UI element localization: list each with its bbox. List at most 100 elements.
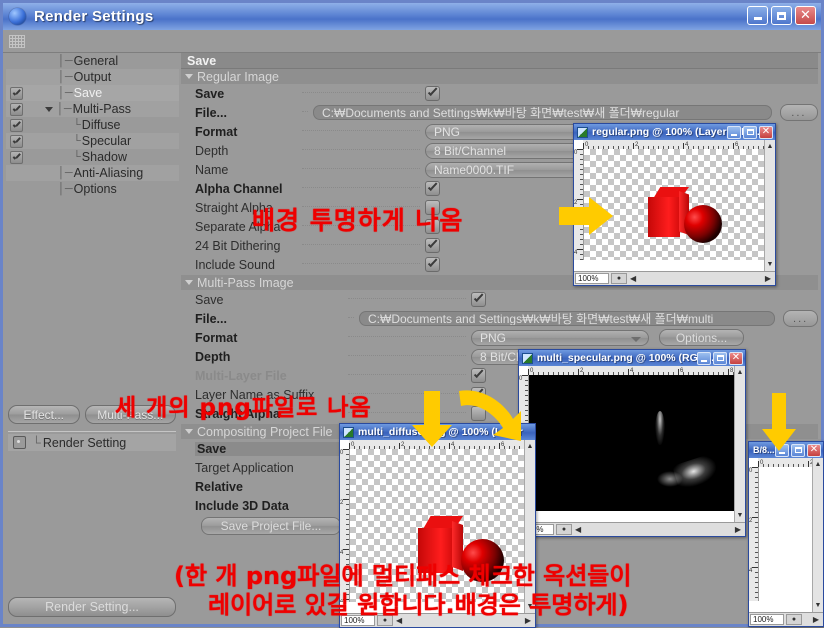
tree-checkbox[interactable] [10,86,23,100]
setting-label: Name [195,162,229,177]
tree-checkbox[interactable] [10,150,23,164]
drag-gripper-icon[interactable] [9,35,25,48]
sidebar-item-label: Diffuse [81,118,121,132]
ps-doc-size-icon: ● [786,614,802,625]
sidebar-item-output[interactable]: │─ Output [6,69,179,85]
ps-maximize-button[interactable] [713,351,727,365]
sphere-icon [9,8,26,25]
ps-titlebar-regular[interactable]: regular.png @ 100% (Layer 0, RG... ✕ [574,124,775,140]
render-setting-bottom-button[interactable]: Render Setting... [8,597,176,617]
setting-label: 24 Bit Dithering [195,238,281,253]
ps-zoom-level-regular[interactable]: 100% [575,273,609,284]
setting-label: Target Application [195,460,294,475]
ps-vscrollbar-fourth[interactable]: ▲ ▼ [812,458,823,612]
multi-layer-file-checkbox[interactable] [471,368,486,383]
sidebar-item-multi-pass[interactable]: │─ Multi-Pass [6,101,179,117]
photoshop-window-fourth[interactable]: B/8... ✕ 02468 02468 ▲ ▼ 100% ● ▶ [748,441,824,627]
sidebar-item-label: Multi-Pass [72,102,132,116]
include-sound-checkbox[interactable] [425,257,440,272]
file-field[interactable]: C:₩Documents and Settings₩k₩바탕 화면₩test₩새… [359,311,776,326]
photoshop-window-specular[interactable]: multi_specular.png @ 100% (RGB... ✕ 0246… [518,349,746,537]
tree-connector: │─ [58,167,73,179]
group-regular-image[interactable]: Regular Image [181,69,818,84]
close-icon[interactable]: ✕ [795,6,816,25]
setting-label: File... [195,311,227,326]
sidebar-item-label: Output [73,70,112,84]
save-project-file-button[interactable]: Save Project File... [201,517,341,535]
group-compositing-label: Compositing Project File [197,424,333,439]
format-dropdown[interactable]: PNG [471,329,649,346]
sidebar-item-save[interactable]: │─ Save [6,85,179,101]
effect-button[interactable]: Effect... [8,405,80,424]
alpha-channel-checkbox[interactable] [425,181,440,196]
sidebar-item-label: Save [73,86,103,100]
setting-label: Multi-Layer File [195,368,287,383]
ps-status-arrow-icon[interactable]: ◀ [630,274,636,283]
setting-label: Include Sound [195,257,275,272]
maximize-button[interactable] [771,6,792,25]
panel-divider [8,431,176,432]
label-leader-dots [302,262,420,264]
24-bit-dithering-checkbox[interactable] [425,238,440,253]
tree-checkbox[interactable] [10,134,23,148]
sidebar-item-diffuse[interactable]: └ Diffuse [6,117,179,133]
ps-statusbar-fourth: 100% ● ▶ [749,612,823,626]
ps-canvas-specular[interactable] [529,375,734,511]
ps-status-arrow-icon[interactable]: ◀ [575,525,581,534]
ps-vscrollbar-specular[interactable]: ▲ ▼ [734,366,745,522]
ps-minimize-button[interactable] [727,125,741,139]
ps-canvas-fourth[interactable] [759,467,812,601]
ps-doc-size-icon: ● [611,273,627,284]
group-regular-image-label: Regular Image [197,69,279,84]
chevron-down-icon[interactable] [45,106,53,112]
save-checkbox[interactable] [471,292,486,307]
file-browse-button[interactable]: ... [783,310,818,327]
setting-label: Save [195,441,347,456]
chevron-down-icon [631,336,641,342]
name-value: Name0000.TIF [434,162,515,177]
ps-statusbar-regular: 100% ● ◀ ▶ [574,271,775,285]
ps-doc-size-icon: ● [556,524,572,535]
label-leader-dots [302,243,420,245]
minimize-button[interactable] [747,6,768,25]
file-field[interactable]: C:₩Documents and Settings₩k₩바탕 화면₩test₩새… [313,105,772,120]
render-setting-icon [13,436,26,449]
ps-maximize-button[interactable] [743,125,757,139]
sidebar-item-specular[interactable]: └ Specular [6,133,179,149]
ps-ruler-vertical: 02468 [749,467,759,601]
ps-minimize-button[interactable] [697,351,711,365]
ps-close-icon[interactable]: ✕ [759,125,773,139]
ps-status-arrow-right-icon[interactable]: ▶ [765,274,771,283]
chevron-down-icon [185,74,193,79]
tree-connector: └ [73,119,81,131]
setting-label: Depth [195,143,229,158]
ps-zoom-level-fourth[interactable]: 100% [750,614,784,625]
label-leader-dots [302,129,420,131]
sidebar-item-options[interactable]: │─ Options [6,181,179,197]
sidebar-item-shadow[interactable]: └ Shadow [6,149,179,165]
ps-vscrollbar-regular[interactable]: ▲ ▼ [764,140,775,271]
left-tree-panel: │─ General │─ Output │─ Save │─ Multi-Pass └ Diff… [6,53,179,621]
arrow-down-right-icon [459,390,521,441]
tree-connector: │─ [58,87,73,99]
save-checkbox[interactable] [425,86,440,101]
object-row-render-setting[interactable]: └ Render Setting [8,434,176,451]
setting-row-format: Format PNG Options... [181,328,818,347]
sidebar-item-label: Shadow [81,150,127,164]
tree-checkbox[interactable] [10,102,23,116]
ps-status-arrow-right-icon[interactable]: ▶ [735,525,741,534]
sidebar-item-anti-aliasing[interactable]: │─ Anti-Aliasing [6,165,179,181]
ps-status-arrow-right-icon[interactable]: ▶ [813,615,819,624]
ps-close-icon[interactable]: ✕ [729,351,743,365]
tree-connector: │─ [58,71,73,83]
ps-close-icon[interactable]: ✕ [807,443,821,457]
sidebar-item-general[interactable]: │─ General [6,53,179,69]
file-browse-button[interactable]: ... [779,104,818,121]
ps-titlebar-specular[interactable]: multi_specular.png @ 100% (RGB... ✕ [519,350,745,366]
label-leader-dots [302,91,420,93]
depth-value: 8 Bit/Channel [434,143,507,158]
setting-label: Format [195,124,238,139]
format-options-button[interactable]: Options... [659,329,744,346]
tree-checkbox[interactable] [10,118,23,132]
label-leader-dots [348,335,466,337]
